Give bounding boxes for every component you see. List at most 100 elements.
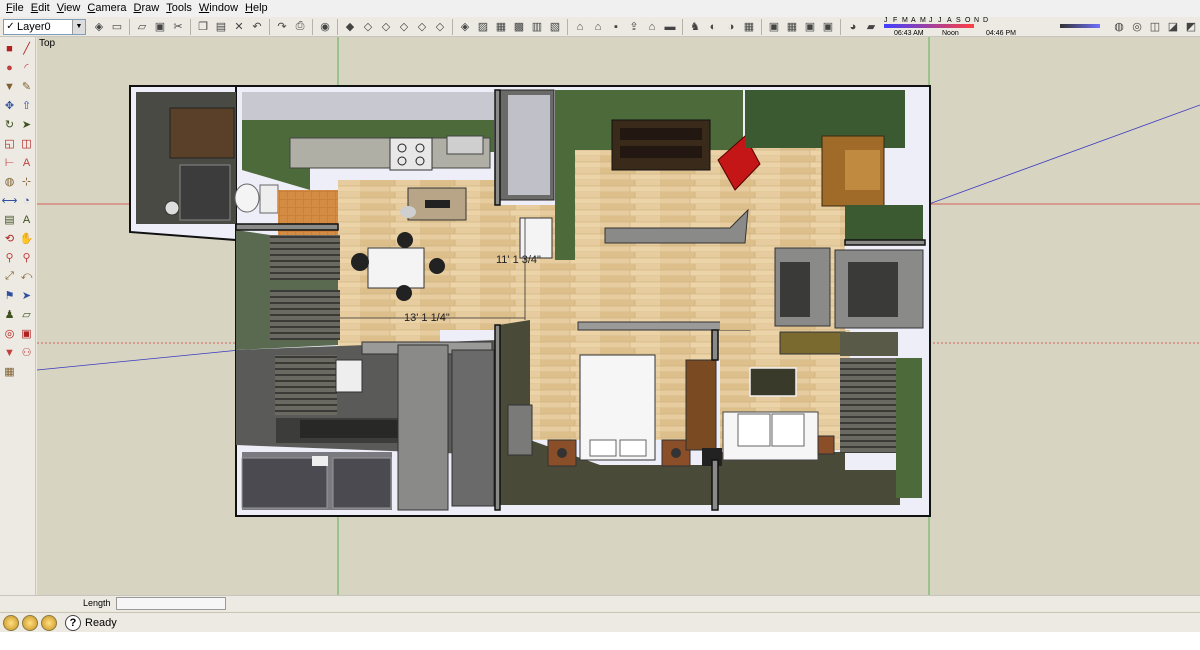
drawing-viewport[interactable]: 11' 1 3/4" 13' 1 1/4" Top xyxy=(37,37,1200,595)
credits-icon[interactable] xyxy=(22,614,38,631)
menu-window[interactable]: Window xyxy=(197,0,243,17)
house-icon[interactable]: ⌂ xyxy=(644,19,660,35)
previous-view-tool-icon[interactable]: ⤺ xyxy=(19,269,34,284)
monochrome-icon[interactable]: ▧ xyxy=(547,19,563,35)
select-tool-icon[interactable]: ➤ xyxy=(19,288,34,303)
right-view-icon[interactable]: ◇ xyxy=(396,19,412,35)
eraser-icon[interactable]: ▱ xyxy=(134,19,150,35)
sandbox-icon[interactable]: ▦ xyxy=(741,19,757,35)
warehouse-icon[interactable]: ⌂ xyxy=(590,19,606,35)
tape-icon[interactable]: ◩ xyxy=(1183,19,1199,35)
dealer-icon[interactable]: ⌂ xyxy=(572,19,588,35)
pan-tool-icon[interactable]: ✋ xyxy=(19,231,34,246)
component-tool-icon[interactable]: ▣ xyxy=(19,326,34,341)
menu-camera[interactable]: Camera xyxy=(85,0,131,17)
zoom-tool-icon[interactable]: ⚲ xyxy=(2,250,17,265)
eraser-tool-icon[interactable]: ▱ xyxy=(19,307,34,322)
protractor-tool-icon[interactable]: ◔ xyxy=(19,193,34,208)
push-pull-tool-icon[interactable]: ⇧ xyxy=(19,98,34,113)
select-icon[interactable]: ▭ xyxy=(109,19,125,35)
scale-tool-icon[interactable]: ◱ xyxy=(2,136,17,151)
shadow-settings[interactable]: J F M A M J J A S O N D 06:43 AM Noon 04… xyxy=(884,17,1104,37)
floor-plan-model[interactable]: 11' 1 3/4" 13' 1 1/4" xyxy=(37,37,1200,595)
3d-text-tool-icon[interactable]: A xyxy=(19,212,34,227)
offset-tool-icon[interactable]: ◫ xyxy=(19,136,34,151)
zoom-window-tool-icon[interactable]: ⚲ xyxy=(19,250,34,265)
section-tool-icon[interactable]: ▤ xyxy=(2,212,17,227)
polygon-tool-icon[interactable]: ▼ xyxy=(2,79,17,94)
copy-icon[interactable]: ❐ xyxy=(195,19,211,35)
rotate-tool-icon[interactable]: ↻ xyxy=(2,117,17,132)
model-info-icon[interactable]: ◉ xyxy=(317,19,333,35)
back-view-icon[interactable]: ◇ xyxy=(414,19,430,35)
orbit-tool-icon[interactable]: ⟲ xyxy=(2,231,17,246)
position-camera-tool-icon[interactable]: ⚑ xyxy=(2,288,17,303)
photo-icon[interactable]: ▣ xyxy=(802,19,818,35)
terrain-icon[interactable]: ▦ xyxy=(784,19,800,35)
menu-tools[interactable]: Tools xyxy=(164,0,197,17)
paint-bucket-icon[interactable]: ◍ xyxy=(1111,19,1127,35)
position-camera-icon[interactable]: ◑ xyxy=(723,19,739,35)
delete-icon[interactable]: ✕ xyxy=(231,19,247,35)
print-icon[interactable]: ⎙ xyxy=(292,19,308,35)
text-tool-icon[interactable]: A xyxy=(19,155,34,170)
axes-tool-icon[interactable]: ⊹ xyxy=(19,174,34,189)
wireframe-icon[interactable]: ▨ xyxy=(475,19,491,35)
geo-location-icon[interactable] xyxy=(3,614,19,631)
paste-icon[interactable]: ▤ xyxy=(213,19,229,35)
freehand-tool-icon[interactable]: ✎ xyxy=(19,79,34,94)
paint-tool-icon[interactable]: ◍ xyxy=(2,174,17,189)
circle-tool-icon[interactable]: ● xyxy=(2,60,17,75)
menu-draw[interactable]: Draw xyxy=(132,0,165,17)
walk-icon[interactable]: ♞ xyxy=(687,19,703,35)
add-location-icon[interactable]: ▣ xyxy=(766,19,782,35)
move-tool-icon[interactable]: ✥ xyxy=(2,98,17,113)
shaded-icon[interactable]: ▩ xyxy=(511,19,527,35)
look-icon[interactable]: ◐ xyxy=(705,19,721,35)
sandbox-tool-icon[interactable]: ▦ xyxy=(2,364,17,379)
user-icon[interactable] xyxy=(41,614,57,631)
follow-me-icon[interactable]: ◎ xyxy=(1129,19,1145,35)
share-icon[interactable]: ⇪ xyxy=(626,19,642,35)
month-slider[interactable] xyxy=(884,23,974,28)
menu-view[interactable]: View xyxy=(55,0,86,17)
walk-tool-icon[interactable]: ♟ xyxy=(2,307,17,322)
save-icon[interactable]: ▣ xyxy=(152,19,168,35)
layer-manager-icon[interactable]: ◈ xyxy=(91,19,107,35)
undo-icon[interactable]: ↶ xyxy=(249,19,265,35)
measurements-input[interactable] xyxy=(116,597,226,610)
footprint-tool-icon[interactable]: ⚇ xyxy=(19,345,34,360)
offset-icon[interactable]: ◫ xyxy=(1147,19,1163,35)
hidden-line-icon[interactable]: ▦ xyxy=(493,19,509,35)
line-tool-icon[interactable]: ╱ xyxy=(19,41,34,56)
textured-icon[interactable]: ▥ xyxy=(529,19,545,35)
top-view-icon[interactable]: ◇ xyxy=(360,19,376,35)
chevron-down-icon[interactable]: ▼ xyxy=(72,19,85,34)
fog-icon[interactable]: ▰ xyxy=(863,19,879,35)
shadow-sliders[interactable] xyxy=(884,23,1104,29)
cut-icon[interactable]: ✂ xyxy=(170,19,186,35)
follow-me-tool-icon[interactable]: ➤ xyxy=(19,117,34,132)
snapshot-icon[interactable]: ▣ xyxy=(820,19,836,35)
layer-dropdown[interactable]: ✓ Layer0 ▼ xyxy=(3,18,86,35)
time-slider[interactable] xyxy=(1060,23,1100,28)
component-icon[interactable]: ▪ xyxy=(608,19,624,35)
tape-measure-tool-icon[interactable]: ⊢ xyxy=(2,155,17,170)
arc-tool-icon[interactable]: ◜ xyxy=(19,60,34,75)
xray-icon[interactable]: ◈ xyxy=(457,19,473,35)
menu-file[interactable]: File xyxy=(4,0,29,17)
rectangle-tool-icon[interactable]: ■ xyxy=(2,41,17,56)
shadows-toggle-icon[interactable]: ◕ xyxy=(845,19,861,35)
menu-help[interactable]: Help xyxy=(243,0,273,17)
front-view-icon[interactable]: ◇ xyxy=(378,19,394,35)
zoom-extents-tool-icon[interactable]: ⤢ xyxy=(2,269,17,284)
look-around-tool-icon[interactable]: ◎ xyxy=(2,326,17,341)
paint-bucket-tool-icon[interactable]: ▼ xyxy=(2,345,17,360)
dimension-tool-icon[interactable]: ⟷ xyxy=(2,193,18,208)
scale-icon[interactable]: ◪ xyxy=(1165,19,1181,35)
iso-view-icon[interactable]: ◆ xyxy=(342,19,358,35)
menu-edit[interactable]: Edit xyxy=(29,0,55,17)
section-icon[interactable]: ▬ xyxy=(662,19,678,35)
help-icon[interactable]: ? xyxy=(65,614,81,631)
left-view-icon[interactable]: ◇ xyxy=(432,19,448,35)
